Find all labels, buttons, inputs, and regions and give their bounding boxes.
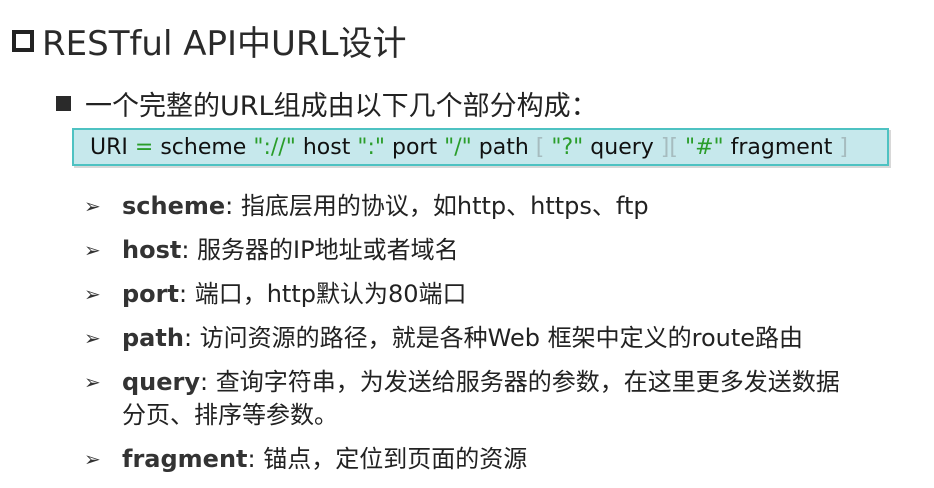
list-item-text: scheme: 指底层用的协议，如http、https、ftp [122,190,649,223]
arrow-bullet-icon: ➢ [84,238,101,262]
list-item: ➢ host: 服务器的IP地址或者域名 [84,234,862,267]
scheme-token: scheme [160,134,247,160]
term-description: : 端口，http默认为80端口 [178,280,467,308]
arrow-bullet-icon: ➢ [84,194,101,218]
host-token: host [302,134,351,160]
term-description: : 锚点，定位到页面的资源 [247,445,528,473]
list-item: ➢ fragment: 锚点，定位到页面的资源 [84,443,862,476]
list-item: ➢ port: 端口，http默认为80端口 [84,278,862,311]
list-item-text: query: 查询字符串，为发送给服务器的参数，在这里更多发送数据分页、排序等参… [122,366,862,432]
square-bullet-icon [56,96,71,111]
page-title-text: RESTful API中URL设计 [42,24,407,64]
term-description: : 服务器的IP地址或者域名 [181,236,459,264]
term-description: : 访问资源的路径，就是各种Web 框架中定义的route路由 [183,324,804,352]
subtitle-text: 一个完整的URL组成由以下几个部分构成： [85,91,598,122]
uri-token: URI [90,134,128,160]
bracket-open-token: [ [535,134,545,160]
list-item: ➢ scheme: 指底层用的协议，如http、https、ftp [84,190,862,223]
term-label: scheme [122,192,226,220]
list-item-text: port: 端口，http默认为80端口 [122,278,467,311]
equals-token: = [134,134,154,160]
term-label: query [122,368,201,396]
section-subtitle: 一个完整的URL组成由以下几个部分构成： [56,84,598,123]
list-item-text: path: 访问资源的路径，就是各种Web 框架中定义的route路由 [122,322,803,355]
list-item: ➢ query: 查询字符串，为发送给服务器的参数，在这里更多发送数据分页、排序… [84,366,862,432]
arrow-bullet-icon: ➢ [84,370,101,394]
bracket-close-open-token: ][ [660,134,678,160]
arrow-bullet-icon: ➢ [84,326,101,350]
term-label: host [122,236,182,264]
port-token: port [391,134,438,160]
square-outline-icon [12,29,34,52]
hash-token: "#" [684,134,724,160]
slash-token: "/" [444,134,472,160]
bracket-close-token: ] [839,134,849,160]
path-token: path [478,134,529,160]
term-description: : 查询字符串，为发送给服务器的参数，在这里更多发送数据分页、排序等参数。 [122,368,840,429]
query-token: query [590,134,654,160]
arrow-bullet-icon: ➢ [84,447,101,471]
fragment-token: fragment [730,134,833,160]
term-label: port [122,280,179,308]
arrow-bullet-icon: ➢ [84,282,101,306]
url-parts-list: ➢ scheme: 指底层用的协议，如http、https、ftp ➢ host… [84,190,862,487]
colon-token: ":" [357,134,385,160]
term-label: fragment [122,445,248,473]
list-item: ➢ path: 访问资源的路径，就是各种Web 框架中定义的route路由 [84,322,862,355]
term-description: : 指底层用的协议，如http、https、ftp [225,192,649,220]
url-grammar-box: URI = scheme "://" host ":" port "/" pat… [72,128,889,166]
list-item-text: host: 服务器的IP地址或者域名 [122,234,459,267]
scheme-separator-token: "://" [253,134,296,160]
question-mark-token: "?" [551,134,584,160]
page-title: RESTful API中URL设计 [12,16,406,65]
term-label: path [122,324,184,352]
list-item-text: fragment: 锚点，定位到页面的资源 [122,443,527,476]
